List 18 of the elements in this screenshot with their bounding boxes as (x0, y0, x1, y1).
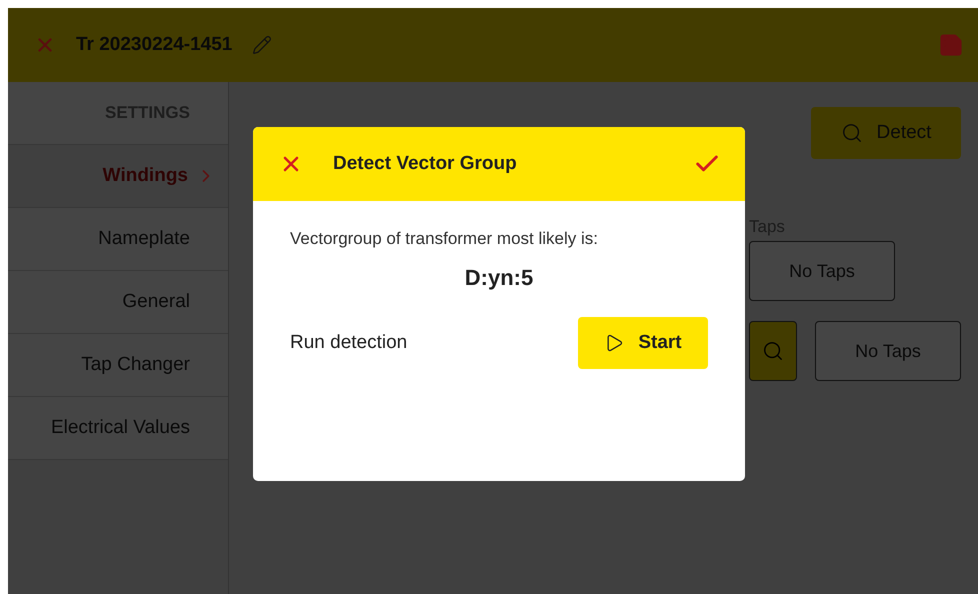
vector-group-result: D:yn:5 (464, 265, 534, 291)
taps-field[interactable]: No Taps (815, 321, 961, 381)
run-detection-label: Run detection (290, 332, 408, 354)
sidebar-item[interactable]: Electrical Values (8, 397, 228, 460)
dialog-message: Vectorgroup of transformer most likely is: (290, 229, 600, 249)
sidebar-item[interactable]: Nameplate (8, 208, 228, 271)
detect-button[interactable]: Detect (811, 107, 961, 159)
search-button[interactable] (749, 321, 797, 381)
start-button[interactable]: Start (578, 317, 708, 369)
header-title: Tr 20230224-1451 (76, 34, 232, 56)
sidebar-item[interactable]: General (8, 271, 228, 334)
taps-field[interactable]: No Taps (749, 241, 895, 301)
pencil-icon[interactable] (252, 35, 272, 55)
save-icon[interactable] (938, 32, 964, 58)
search-icon (840, 122, 863, 144)
sidebar-item[interactable]: Tap Changer (8, 334, 228, 397)
search-icon (762, 340, 784, 362)
dialog-title: Detect Vector Group (333, 153, 518, 175)
